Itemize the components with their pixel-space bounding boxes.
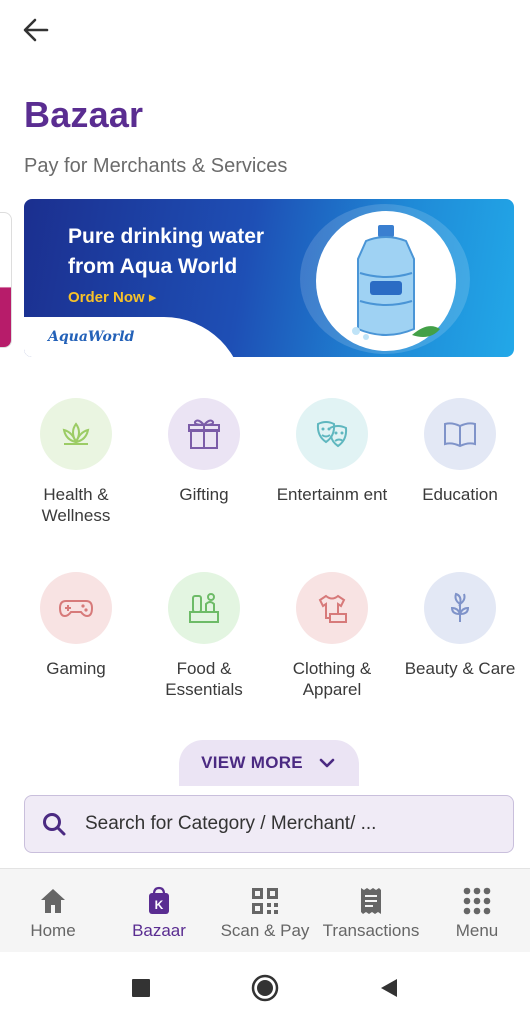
svg-text:K: K: [155, 898, 164, 912]
nav-label: Menu: [455, 921, 499, 940]
triangle-back-icon: [381, 979, 397, 997]
bazaar-bag-icon: K: [144, 886, 174, 916]
grid-dots-icon: [462, 886, 492, 916]
gamepad-icon: [40, 572, 112, 644]
category-clothing-apparel[interactable]: Clothing & Apparel: [268, 572, 396, 700]
water-bottle-icon: [352, 225, 440, 340]
receipt-icon: [356, 886, 386, 916]
system-navigation-bar: [0, 952, 530, 1024]
bottom-navigation: Home K Bazaar Scan & Pay Transactions Me…: [0, 868, 530, 952]
page-title: Bazaar: [24, 94, 144, 135]
category-label: Clothing & Apparel: [292, 659, 372, 699]
grocery-icon: [168, 572, 240, 644]
category-gaming[interactable]: Gaming: [12, 572, 140, 679]
circle-icon: [251, 974, 279, 1002]
square-icon: [132, 979, 150, 997]
banner-product-circle: [316, 211, 456, 351]
category-label: Gifting: [179, 485, 229, 504]
page-subtitle: Pay for Merchants & Services: [24, 155, 288, 177]
recents-button[interactable]: [119, 966, 163, 1010]
search-placeholder: Search for Category / Merchant/ ...: [85, 813, 377, 834]
category-label: Entertainm ent: [276, 485, 388, 504]
banner-headline-line1: Pure drinking water: [68, 225, 265, 248]
book-icon: [424, 398, 496, 470]
category-beauty-care[interactable]: Beauty & Care: [396, 572, 524, 679]
home-system-button[interactable]: [243, 966, 287, 1010]
theater-masks-icon: [296, 398, 368, 470]
category-label: Gaming: [46, 659, 106, 678]
nav-label: Scan & Pay: [220, 921, 310, 940]
gift-icon: [168, 398, 240, 470]
category-label: Beauty & Care: [404, 659, 516, 678]
nav-item-menu[interactable]: Menu: [424, 869, 530, 952]
nav-label: Transactions: [322, 921, 420, 940]
category-label: Health & Wellness: [41, 485, 111, 525]
chevron-down-icon: [319, 758, 335, 768]
nav-item-bazaar[interactable]: K Bazaar: [106, 869, 212, 952]
category-education[interactable]: Education: [396, 398, 524, 505]
banner-order-now-link[interactable]: Order Now ▸: [68, 288, 156, 306]
back-system-button[interactable]: [367, 966, 411, 1010]
category-entertainment[interactable]: Entertainm ent: [268, 398, 396, 505]
search-input[interactable]: Search for Category / Merchant/ ...: [24, 795, 514, 853]
category-health-wellness[interactable]: Health & Wellness: [12, 398, 140, 526]
view-more-button[interactable]: VIEW MORE: [179, 740, 359, 786]
nav-item-transactions[interactable]: Transactions: [318, 869, 424, 952]
category-gifting[interactable]: Gifting: [140, 398, 268, 505]
banner-headline-line2: from Aqua World: [68, 255, 238, 278]
aqua-world-logo: AquaWorld: [48, 329, 135, 345]
arrow-left-icon: [23, 18, 49, 42]
home-icon: [38, 886, 68, 916]
nav-label: Bazaar: [132, 921, 186, 940]
tshirt-icon: [296, 572, 368, 644]
promo-banner[interactable]: Pure drinking water from Aqua World Orde…: [24, 199, 514, 357]
carousel-prev-card[interactable]: [0, 212, 12, 348]
category-label: Education: [422, 485, 498, 504]
view-more-label: VIEW MORE: [201, 753, 303, 772]
back-button[interactable]: [18, 12, 54, 48]
category-label: Food & Essentials: [165, 659, 243, 699]
plant-icon: [424, 572, 496, 644]
nav-item-scan-pay[interactable]: Scan & Pay: [212, 869, 318, 952]
nav-label: Home: [30, 921, 76, 940]
category-food-essentials[interactable]: Food & Essentials: [140, 572, 268, 700]
search-icon: [43, 813, 66, 836]
qr-code-icon: [250, 886, 280, 916]
lotus-icon: [40, 398, 112, 470]
nav-item-home[interactable]: Home: [0, 869, 106, 952]
